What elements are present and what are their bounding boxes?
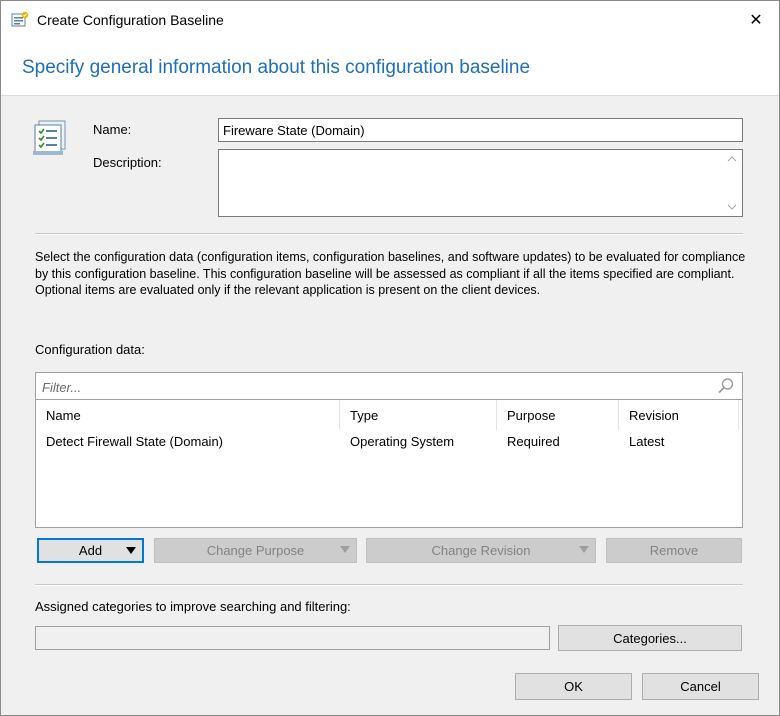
configuration-data-list[interactable]: Name Type Purpose Revision Detect Firewa…: [35, 400, 743, 528]
triangle-down-icon: [579, 546, 589, 556]
categories-button[interactable]: Categories...: [558, 625, 742, 651]
title-bar: Create Configuration Baseline ✕: [1, 1, 779, 39]
cancel-button-label: Cancel: [680, 679, 721, 694]
column-header-revision[interactable]: Revision: [619, 400, 739, 430]
remove-button[interactable]: Remove: [606, 538, 742, 563]
name-field[interactable]: [218, 118, 743, 142]
scroll-up-icon[interactable]: [727, 154, 737, 164]
table-row[interactable]: Detect Firewall State (Domain) Operating…: [36, 430, 742, 454]
triangle-down-icon: [340, 546, 350, 556]
instructions-text: Select the configuration data (configura…: [35, 250, 746, 297]
search-icon[interactable]: [716, 376, 736, 396]
filter-input[interactable]: [40, 377, 704, 397]
change-purpose-button[interactable]: Change Purpose: [154, 538, 357, 563]
categories-button-label: Categories...: [613, 630, 687, 646]
page-header: Specify general information about this c…: [1, 39, 779, 96]
column-header-purpose[interactable]: Purpose: [497, 400, 619, 430]
row-revision-cell: Latest: [629, 434, 665, 449]
scroll-down-icon[interactable]: [727, 202, 737, 212]
name-label: Name:: [93, 122, 132, 137]
list-header: Name Type Purpose Revision: [36, 400, 742, 430]
change-revision-button[interactable]: Change Revision: [366, 538, 596, 563]
configuration-data-label: Configuration data:: [35, 342, 145, 357]
configuration-baseline-large-icon: [31, 117, 71, 157]
change-revision-label: Change Revision: [431, 543, 531, 558]
row-name-cell: Detect Firewall State (Domain): [46, 434, 223, 449]
row-purpose-cell: Required: [507, 434, 560, 449]
column-header-type[interactable]: Type: [340, 400, 497, 430]
description-label: Description:: [93, 155, 162, 170]
description-scrollbar[interactable]: [722, 150, 742, 216]
add-button[interactable]: Add: [37, 538, 144, 563]
page-title: Specify general information about this c…: [22, 57, 531, 78]
column-header-name[interactable]: Name: [36, 400, 340, 430]
configuration-baseline-icon: [11, 11, 29, 29]
divider-top: [35, 233, 743, 235]
filter-bar: [35, 372, 743, 400]
divider-bottom: [35, 584, 743, 586]
window-title: Create Configuration Baseline: [37, 12, 224, 28]
ok-button[interactable]: OK: [515, 673, 632, 700]
close-button[interactable]: ✕: [733, 1, 779, 39]
triangle-down-icon: [126, 547, 136, 557]
close-icon: ✕: [749, 12, 763, 29]
categories-label: Assigned categories to improve searching…: [35, 599, 351, 614]
cancel-button[interactable]: Cancel: [642, 673, 759, 700]
add-button-label: Add: [78, 543, 103, 558]
ok-button-label: OK: [564, 679, 583, 694]
row-type-cell: Operating System: [350, 434, 455, 449]
categories-field: [35, 626, 550, 650]
description-field[interactable]: [218, 149, 743, 217]
change-purpose-label: Change Purpose: [206, 543, 305, 558]
remove-button-label: Remove: [649, 543, 699, 558]
dialog-window: Create Configuration Baseline ✕ Specify …: [0, 0, 780, 716]
